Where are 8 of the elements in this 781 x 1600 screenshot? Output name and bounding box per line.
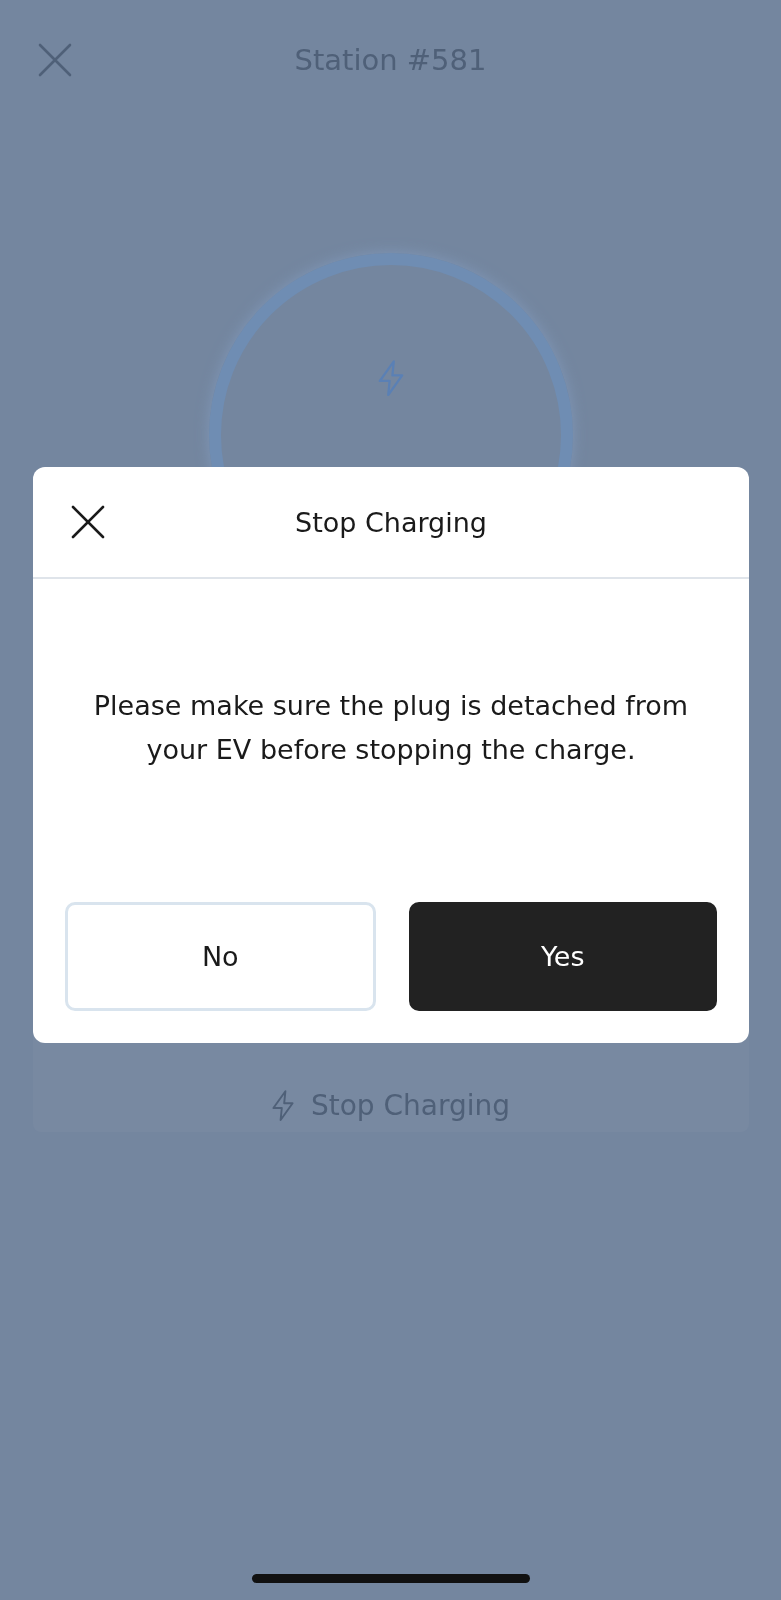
cancel-button[interactable]: No [65, 902, 376, 1011]
close-icon [71, 505, 105, 539]
confirm-button[interactable]: Yes [408, 902, 717, 1011]
dialog-title: Stop Charging [294, 506, 488, 538]
close-icon [38, 43, 72, 77]
lightning-icon [270, 1089, 295, 1122]
dialog-message: Please make sure the plug is detached from your EV before stopping the charge. [93, 689, 689, 767]
lightning-icon [376, 360, 405, 397]
